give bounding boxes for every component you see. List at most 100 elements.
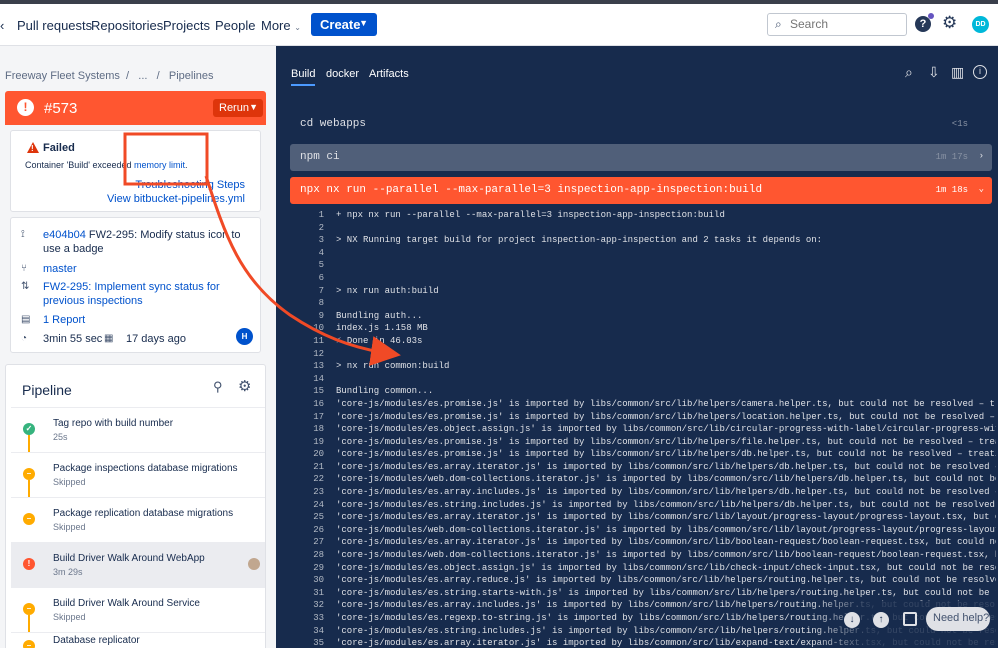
breadcrumb-workspace[interactable]: Freeway Fleet Systems bbox=[5, 70, 120, 82]
notification-dot bbox=[928, 13, 934, 19]
need-help-button[interactable]: Need help? bbox=[926, 607, 990, 631]
report-link[interactable]: 1 Report bbox=[43, 313, 248, 327]
pipeline-card: Pipeline ⚲ ⚙ ✓ Tag repo with build numbe… bbox=[5, 364, 266, 648]
log-line: 5 bbox=[290, 259, 996, 272]
command-row[interactable]: npm ci 1m 17s › bbox=[290, 144, 992, 171]
nav-pull-requests[interactable]: Pull requests bbox=[17, 18, 92, 33]
nav-more[interactable]: More ⌄ bbox=[261, 18, 301, 33]
log-line: 20 'core-js/modules/es.promise.js' is imp… bbox=[290, 448, 996, 461]
log-line-number: 32 bbox=[313, 600, 324, 611]
rerun-label: Rerun bbox=[219, 102, 249, 114]
log-line-number: 17 bbox=[313, 411, 324, 422]
pipeline-step[interactable]: – Package replication database migration… bbox=[11, 497, 265, 542]
pin-icon[interactable]: ⚲ bbox=[213, 379, 223, 395]
step-status: Skipped bbox=[53, 522, 86, 532]
tab-build[interactable]: Build bbox=[291, 68, 315, 80]
log-line-text: 'core-js/modules/es.object.assign.js' is… bbox=[336, 562, 996, 573]
pull-request-icon: ⇅ bbox=[21, 281, 30, 292]
log-line-text: 'core-js/modules/es.promise.js' is impor… bbox=[336, 398, 996, 409]
log-line: 7 > nx run auth:build bbox=[290, 285, 996, 298]
command-row-expanded[interactable]: npx nx run --parallel --max-parallel=3 i… bbox=[290, 177, 992, 204]
commit-icon: ⟟ bbox=[21, 229, 25, 240]
info-icon[interactable]: i bbox=[973, 65, 987, 79]
chevron-down-icon: ▼ bbox=[249, 102, 258, 112]
breadcrumb-pipelines[interactable]: Pipelines bbox=[169, 70, 214, 82]
log-line: 25 'core-js/modules/es.array.iterator.js'… bbox=[290, 511, 996, 524]
log-line-number: 14 bbox=[313, 373, 324, 384]
create-button[interactable]: Create ▼ bbox=[311, 13, 377, 36]
log-line-text: > nx run common:build bbox=[336, 361, 450, 372]
rerun-button[interactable]: Rerun ▼ bbox=[213, 99, 263, 117]
skipped-icon: – bbox=[23, 513, 35, 525]
nav-repositories[interactable]: Repositories bbox=[91, 18, 163, 33]
settings-gear-icon[interactable]: ⚙ bbox=[942, 13, 957, 33]
failed-step-icon: ! bbox=[23, 558, 35, 570]
log-line-text: 'core-js/modules/es.promise.js' is impor… bbox=[336, 436, 996, 447]
log-line: 18 'core-js/modules/es.object.assign.js' … bbox=[290, 423, 996, 436]
tab-artifacts[interactable]: Artifacts bbox=[369, 68, 409, 80]
log-line-number: 24 bbox=[313, 499, 324, 510]
delete-icon[interactable]: ▥ bbox=[951, 64, 964, 81]
log-line: 31 'core-js/modules/es.string.starts-with… bbox=[290, 587, 996, 600]
pipeline-step[interactable]: ✓ Tag repo with build number 25s bbox=[11, 407, 265, 453]
pipeline-step[interactable]: – Build Driver Walk Around Service Skipp… bbox=[11, 587, 265, 633]
log-line-text: 'core-js/modules/web.dom-collections.ite… bbox=[336, 474, 996, 485]
search-box[interactable]: ⌕ bbox=[767, 13, 907, 36]
log-line-number: 15 bbox=[313, 386, 324, 397]
log-line-number: 9 bbox=[318, 310, 324, 321]
pipeline-settings-gear-icon[interactable]: ⚙ bbox=[238, 377, 251, 395]
nav-projects[interactable]: Projects bbox=[163, 18, 210, 33]
search-input[interactable] bbox=[790, 17, 900, 31]
log-line: 16 'core-js/modules/es.promise.js' is imp… bbox=[290, 398, 996, 411]
log-line-text: Bundling auth... bbox=[336, 310, 423, 321]
log-line: 3 > NX Running target build for project … bbox=[290, 234, 996, 247]
pipeline-title: Pipeline bbox=[22, 382, 72, 398]
command-text: npx nx run --parallel --max-parallel=3 i… bbox=[300, 184, 763, 196]
build-age: 17 days ago bbox=[126, 333, 186, 345]
pipeline-step-selected[interactable]: ! Build Driver Walk Around WebApp 3m 29s bbox=[11, 542, 265, 587]
chevron-down-icon: ⌄ bbox=[978, 184, 984, 194]
log-line-number: 25 bbox=[313, 512, 324, 523]
expand-icon[interactable] bbox=[903, 612, 917, 626]
command-text: npm ci bbox=[300, 151, 340, 163]
download-icon[interactable]: ⇩ bbox=[928, 64, 940, 81]
branch-link[interactable]: master bbox=[43, 262, 248, 276]
log-line-text: 'core-js/modules/web.dom-collections.ite… bbox=[336, 524, 996, 535]
active-tab-indicator bbox=[291, 84, 315, 86]
log-line-number: 2 bbox=[318, 222, 324, 233]
troubleshooting-link[interactable]: Troubleshooting Steps bbox=[135, 179, 245, 191]
command-row[interactable]: cd webapps <1s bbox=[290, 111, 992, 138]
log-line-number: 27 bbox=[313, 537, 324, 548]
scroll-up-icon[interactable]: ↑ bbox=[873, 612, 889, 628]
pipeline-step[interactable]: – Database replicator bbox=[11, 632, 265, 648]
log-line: 6 bbox=[290, 272, 996, 285]
nav-people[interactable]: People bbox=[215, 18, 255, 33]
nav-back-chevron-icon[interactable]: ‹ bbox=[0, 18, 4, 33]
view-yml-link[interactable]: View bitbucket-pipelines.yml bbox=[107, 193, 245, 205]
log-line-text: 'core-js/modules/es.array.includes.js' i… bbox=[336, 487, 996, 498]
scroll-down-icon[interactable]: ↓ bbox=[844, 612, 860, 628]
breadcrumb-ellipsis[interactable]: ... bbox=[138, 70, 147, 82]
log-line-text: 'core-js/modules/es.array.iterator.js' i… bbox=[336, 537, 996, 548]
create-label: Create bbox=[320, 17, 361, 32]
log-line-number: 33 bbox=[313, 613, 324, 623]
user-avatar[interactable]: DD bbox=[972, 16, 989, 33]
log-line-text: 'core-js/modules/es.promise.js' is impor… bbox=[336, 411, 996, 422]
tab-docker[interactable]: docker bbox=[326, 68, 359, 80]
warning-icon: ! bbox=[27, 142, 39, 153]
commit-hash-link[interactable]: e404b04 bbox=[43, 229, 86, 241]
step-status: 3m 29s bbox=[53, 567, 83, 577]
log-line-number: 10 bbox=[313, 323, 324, 334]
log-line-text: index.js 1.158 MB bbox=[336, 323, 428, 334]
command-duration: <1s bbox=[951, 119, 968, 129]
pipeline-step[interactable]: – Package inspections database migration… bbox=[11, 452, 265, 498]
log-line-number: 4 bbox=[318, 247, 324, 258]
log-line: 17 'core-js/modules/es.promise.js' is imp… bbox=[290, 411, 996, 424]
log-line-text: 'core-js/modules/es.array.iterator.js' i… bbox=[336, 461, 996, 472]
step-connector bbox=[28, 480, 30, 498]
search-icon[interactable]: ⌕ bbox=[905, 64, 913, 81]
memory-limit-link[interactable]: memory limit bbox=[134, 160, 185, 170]
log-output[interactable]: 1 + npx nx run --parallel --max-parallel=… bbox=[290, 209, 996, 648]
author-avatar[interactable]: H bbox=[236, 328, 253, 345]
pull-request-link[interactable]: FW2-295: Implement sync status for previ… bbox=[43, 280, 248, 308]
